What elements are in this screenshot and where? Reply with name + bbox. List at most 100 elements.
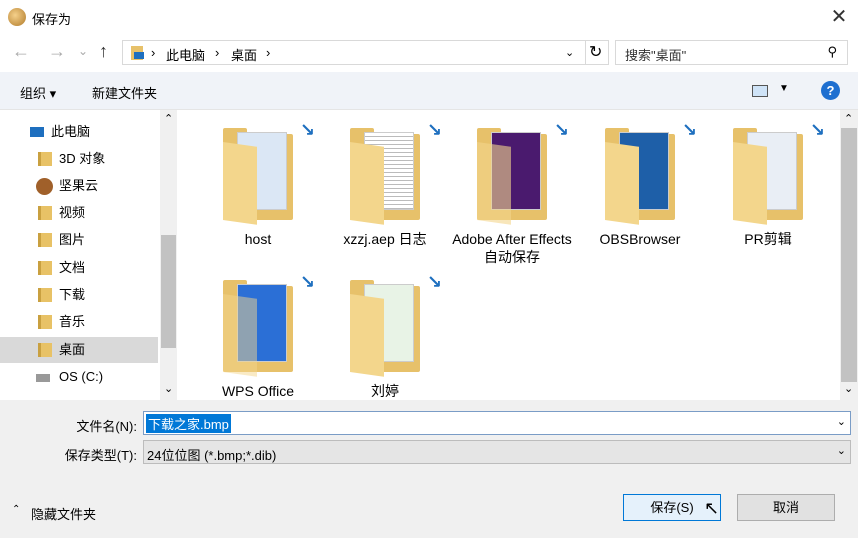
- scroll-down-icon[interactable]: ⌄: [844, 382, 853, 395]
- file-name: xzzj.aep 日志: [343, 231, 427, 247]
- crumb-this-pc[interactable]: 此电脑: [166, 45, 205, 64]
- folder-item[interactable]: ↘ OBSBrowser: [580, 120, 700, 248]
- view-icon[interactable]: [752, 85, 768, 97]
- sidebar-item-label: 此电脑: [51, 124, 91, 139]
- sidebar-item-label: 下载: [59, 287, 86, 302]
- sidebar-item-label: 坚果云: [59, 178, 99, 193]
- sidebar-item-desktop[interactable]: 桌面: [0, 337, 158, 363]
- chevron-down-icon[interactable]: ⌄: [565, 46, 574, 59]
- title-bar: [0, 0, 858, 36]
- sidebar-item-label: 文档: [59, 260, 86, 275]
- folder-item[interactable]: ↘ PR剪辑: [708, 120, 828, 248]
- sidebar-item-documents[interactable]: 文档: [0, 255, 158, 281]
- filename-input[interactable]: 下载之家.bmp ⌄: [143, 411, 851, 435]
- file-name: OBSBrowser: [599, 231, 681, 247]
- pictures-icon: [38, 233, 52, 247]
- sidebar-item-label: OS (C:): [59, 369, 104, 384]
- shortcut-pin-icon: ↘: [299, 120, 315, 140]
- chevron-down-icon[interactable]: ⌄: [837, 415, 846, 428]
- sidebar-item-label: 3D 对象: [59, 151, 106, 166]
- file-type-label: 保存类型(T):: [64, 448, 137, 463]
- shortcut-pin-icon: ↘: [299, 272, 315, 292]
- back-button[interactable]: ←: [12, 41, 30, 62]
- sidebar-item-label: 音乐: [59, 314, 86, 329]
- crumb-desktop[interactable]: 桌面: [231, 45, 257, 64]
- scroll-up-icon[interactable]: ⌃: [844, 112, 853, 125]
- drive-icon: [36, 374, 50, 382]
- shortcut-pin-icon: ↘: [426, 120, 442, 140]
- sidebar-item-label: 视频: [59, 205, 86, 220]
- folder-icon: ↘: [733, 120, 825, 225]
- documents-icon: [38, 261, 52, 275]
- folder-icon: ↘: [350, 120, 442, 225]
- chevron-icon: ›: [215, 45, 220, 60]
- view-dropdown[interactable]: ▼: [779, 83, 789, 94]
- file-name: host: [244, 231, 272, 247]
- file-type-value: 24位位图 (*.bmp;*.dib): [147, 448, 277, 463]
- content-scrollbar[interactable]: ⌃ ⌄: [840, 110, 858, 400]
- file-name: PR剪辑: [744, 231, 792, 247]
- desktop-icon: [134, 52, 144, 59]
- chevron-down-icon: ⌄: [836, 445, 846, 457]
- folder-icon: ↘: [350, 272, 442, 377]
- folder-icon: ↘: [605, 120, 697, 225]
- organize-menu[interactable]: 组织 ▾: [20, 83, 56, 102]
- chevron-icon: ›: [151, 45, 156, 60]
- close-button[interactable]: ✕: [826, 4, 852, 30]
- refresh-button[interactable]: ↻: [589, 42, 602, 62]
- desktop-icon: [38, 343, 52, 357]
- scrollbar-thumb[interactable]: [161, 235, 176, 348]
- filename-value: 下载之家.bmp: [146, 414, 231, 433]
- chevron-up-icon[interactable]: ⌃: [12, 504, 20, 515]
- scroll-down-icon[interactable]: ⌄: [164, 382, 173, 395]
- search-icon[interactable]: ⚲: [827, 44, 837, 60]
- file-list: ↘ host ↘ xzzj.aep 日志 ↘ Adobe After Effects …: [178, 110, 840, 400]
- search-placeholder: 搜索"桌面": [625, 48, 687, 63]
- forward-button[interactable]: →: [48, 41, 66, 62]
- sidebar-item-videos[interactable]: 视频: [0, 200, 158, 226]
- folder-item[interactable]: ↘ xzzj.aep 日志: [325, 120, 445, 248]
- videos-icon: [38, 206, 52, 220]
- file-type-select[interactable]: 24位位图 (*.bmp;*.dib) ⌄: [143, 440, 851, 464]
- folder-item[interactable]: ↘ 刘婷: [325, 272, 445, 400]
- navigation-pane: 此电脑 3D 对象 坚果云 视频 图片 文档 下载 音乐 桌面 OS (C:): [0, 110, 160, 400]
- file-name: 刘婷: [371, 383, 399, 399]
- 3d-objects-icon: [38, 152, 52, 166]
- sidebar-item-pictures[interactable]: 图片: [0, 227, 158, 253]
- sidebar-item-label: 图片: [59, 232, 86, 247]
- address-bar[interactable]: › 此电脑 › 桌面 › ⌄ ↻: [122, 40, 609, 65]
- music-icon: [38, 315, 52, 329]
- folder-icon: ↘: [477, 120, 569, 225]
- up-button[interactable]: ↑: [99, 41, 108, 62]
- folder-icon: ↘: [223, 272, 315, 377]
- scrollbar-thumb[interactable]: [841, 128, 857, 382]
- recent-locations-button[interactable]: ⌄: [78, 44, 88, 58]
- sidebar-item-downloads[interactable]: 下载: [0, 282, 158, 308]
- divider: [585, 41, 586, 64]
- file-name: Adobe After Effects 自动保存: [452, 231, 572, 265]
- computer-icon: [30, 127, 44, 137]
- sidebar-item-label: 桌面: [59, 342, 86, 357]
- scroll-up-icon[interactable]: ⌃: [164, 112, 173, 125]
- search-input[interactable]: 搜索"桌面" ⚲: [615, 40, 848, 65]
- folder-icon: ↘: [223, 120, 315, 225]
- sidebar-item-music[interactable]: 音乐: [0, 309, 158, 335]
- nav-scrollbar[interactable]: ⌃ ⌄: [160, 110, 177, 400]
- sidebar-item-this-pc[interactable]: 此电脑: [0, 119, 158, 145]
- cancel-button[interactable]: 取消: [737, 494, 835, 521]
- app-icon: [8, 8, 26, 26]
- folder-item[interactable]: ↘ WPS Office: [198, 272, 318, 400]
- shortcut-pin-icon: ↘: [809, 120, 825, 140]
- folder-item[interactable]: ↘ Adobe After Effects 自动保存: [452, 120, 572, 266]
- new-folder-button[interactable]: 新建文件夹: [92, 83, 157, 102]
- help-button[interactable]: ?: [821, 81, 840, 100]
- sidebar-item-3d-objects[interactable]: 3D 对象: [0, 146, 158, 172]
- hide-folders-toggle[interactable]: 隐藏文件夹: [31, 504, 96, 523]
- acorn-icon: [36, 178, 53, 195]
- filename-label: 文件名(N):: [76, 419, 137, 434]
- sidebar-item-os-c[interactable]: OS (C:): [0, 364, 158, 390]
- sidebar-item-jianguoyun[interactable]: 坚果云: [0, 173, 158, 199]
- window-title: 保存为: [32, 12, 72, 27]
- shortcut-pin-icon: ↘: [681, 120, 697, 140]
- folder-item[interactable]: ↘ host: [198, 120, 318, 248]
